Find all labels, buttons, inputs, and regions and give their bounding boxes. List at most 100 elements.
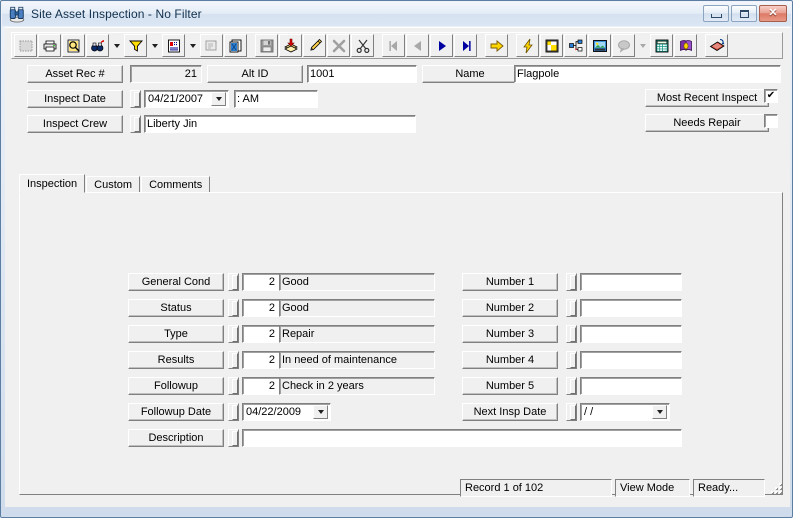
comment-dropdown-icon[interactable]	[636, 34, 649, 57]
comment-icon[interactable]	[612, 34, 635, 57]
number-2-label[interactable]: Number 2	[462, 299, 558, 317]
followup-text[interactable]: Check in 2 years	[279, 377, 435, 395]
results-text[interactable]: In need of maintenance	[279, 351, 435, 369]
general-cond-code[interactable]: 2	[242, 273, 280, 291]
number-3-spinner[interactable]	[566, 325, 577, 343]
description-label[interactable]: Description	[128, 429, 224, 447]
filter-icon[interactable]	[124, 34, 147, 57]
followup-spinner[interactable]	[228, 377, 239, 395]
results-spinner[interactable]	[228, 351, 239, 369]
name-field[interactable]: Flagpole	[514, 65, 781, 83]
number-5-field[interactable]	[580, 377, 682, 395]
print-preview-icon[interactable]	[62, 34, 85, 57]
results-label[interactable]: Results	[128, 351, 224, 369]
next-insp-date-label[interactable]: Next Insp Date	[462, 403, 558, 421]
next-insp-date-spinner[interactable]	[566, 403, 577, 421]
tab-comments[interactable]: Comments	[141, 176, 211, 193]
chevron-down-icon[interactable]	[211, 92, 226, 106]
status-code[interactable]: 2	[242, 299, 280, 317]
general-cond-text[interactable]: Good	[279, 273, 435, 291]
status-label[interactable]: Status	[128, 299, 224, 317]
delete-icon[interactable]	[327, 34, 350, 57]
status-spinner[interactable]	[228, 299, 239, 317]
description-field[interactable]	[242, 429, 682, 447]
find-dropdown-icon[interactable]	[110, 34, 123, 57]
results-code[interactable]: 2	[242, 351, 280, 369]
save-icon[interactable]	[255, 34, 278, 57]
followup-date-label[interactable]: Followup Date	[128, 403, 224, 421]
map-icon[interactable]	[540, 34, 563, 57]
type-spinner[interactable]	[228, 325, 239, 343]
report-icon[interactable]	[162, 34, 185, 57]
number-2-field[interactable]	[580, 299, 682, 317]
most-recent-inspect-label[interactable]: Most Recent Inspect	[645, 89, 769, 107]
number-2-spinner[interactable]	[566, 299, 577, 317]
general-cond-label[interactable]: General Cond	[128, 273, 224, 291]
help-icon[interactable]	[674, 34, 697, 57]
new-record-icon[interactable]	[279, 34, 302, 57]
filter-dropdown-icon[interactable]	[148, 34, 161, 57]
needs-repair-label[interactable]: Needs Repair	[645, 114, 769, 132]
general-cond-spinner[interactable]	[228, 273, 239, 291]
edit-icon[interactable]	[303, 34, 326, 57]
followup-date-combo[interactable]: 04/22/2009	[242, 403, 331, 421]
report-dropdown-icon[interactable]	[186, 34, 199, 57]
calculator-icon[interactable]	[650, 34, 673, 57]
asset-rec-field[interactable]: 21	[130, 65, 202, 83]
select-all-icon[interactable]	[14, 34, 37, 57]
alt-id-label[interactable]: Alt ID	[207, 65, 303, 83]
first-record-icon[interactable]	[382, 34, 405, 57]
type-label[interactable]: Type	[128, 325, 224, 343]
number-3-field[interactable]	[580, 325, 682, 343]
previous-record-icon[interactable]	[406, 34, 429, 57]
number-4-label[interactable]: Number 4	[462, 351, 558, 369]
needs-repair-checkbox[interactable]	[764, 114, 778, 128]
number-4-field[interactable]	[580, 351, 682, 369]
followup-label[interactable]: Followup	[128, 377, 224, 395]
maximize-button[interactable]	[731, 5, 757, 22]
description-spinner[interactable]	[228, 429, 239, 447]
inspect-date-label[interactable]: Inspect Date	[27, 90, 123, 108]
followup-code[interactable]: 2	[242, 377, 280, 395]
alt-id-field[interactable]: 1001	[307, 65, 417, 83]
minimize-button[interactable]	[703, 5, 729, 22]
copy-record-icon[interactable]	[224, 34, 247, 57]
number-1-spinner[interactable]	[566, 273, 577, 291]
type-text[interactable]: Repair	[279, 325, 435, 343]
chevron-down-icon[interactable]	[652, 405, 667, 419]
number-1-field[interactable]	[580, 273, 682, 291]
number-1-label[interactable]: Number 1	[462, 273, 558, 291]
last-record-icon[interactable]	[454, 34, 477, 57]
number-5-label[interactable]: Number 5	[462, 377, 558, 395]
most-recent-inspect-checkbox[interactable]: ✔	[764, 89, 778, 103]
inspect-date-combo[interactable]: 04/21/2007	[144, 90, 229, 108]
tab-custom[interactable]: Custom	[86, 176, 141, 193]
properties-icon[interactable]	[200, 34, 223, 57]
inspect-time-field[interactable]: : AM	[234, 90, 318, 108]
print-icon[interactable]	[38, 34, 61, 57]
image-icon[interactable]	[588, 34, 611, 57]
inspect-crew-spinner[interactable]	[130, 115, 141, 133]
number-3-label[interactable]: Number 3	[462, 325, 558, 343]
next-insp-date-combo[interactable]: / /	[580, 403, 670, 421]
find-icon[interactable]	[86, 34, 109, 57]
number-5-spinner[interactable]	[566, 377, 577, 395]
status-text[interactable]: Good	[279, 299, 435, 317]
inspect-crew-label[interactable]: Inspect Crew	[27, 115, 123, 133]
close-button[interactable]: ✕	[759, 5, 787, 22]
name-label[interactable]: Name	[422, 65, 518, 83]
resize-grip-icon[interactable]	[769, 481, 783, 495]
inspect-date-spinner[interactable]	[130, 90, 141, 108]
lightning-icon[interactable]	[516, 34, 539, 57]
exit-icon[interactable]	[705, 34, 728, 57]
number-4-spinner[interactable]	[566, 351, 577, 369]
chevron-down-icon[interactable]	[313, 405, 328, 419]
tab-inspection[interactable]: Inspection	[19, 174, 86, 193]
asset-rec-label[interactable]: Asset Rec #	[27, 65, 123, 83]
followup-date-spinner[interactable]	[228, 403, 239, 421]
next-record-icon[interactable]	[430, 34, 453, 57]
inspect-crew-field[interactable]: Liberty Jin	[144, 115, 416, 133]
goto-icon[interactable]	[485, 34, 508, 57]
cut-icon[interactable]	[351, 34, 374, 57]
tree-view-icon[interactable]	[564, 34, 587, 57]
